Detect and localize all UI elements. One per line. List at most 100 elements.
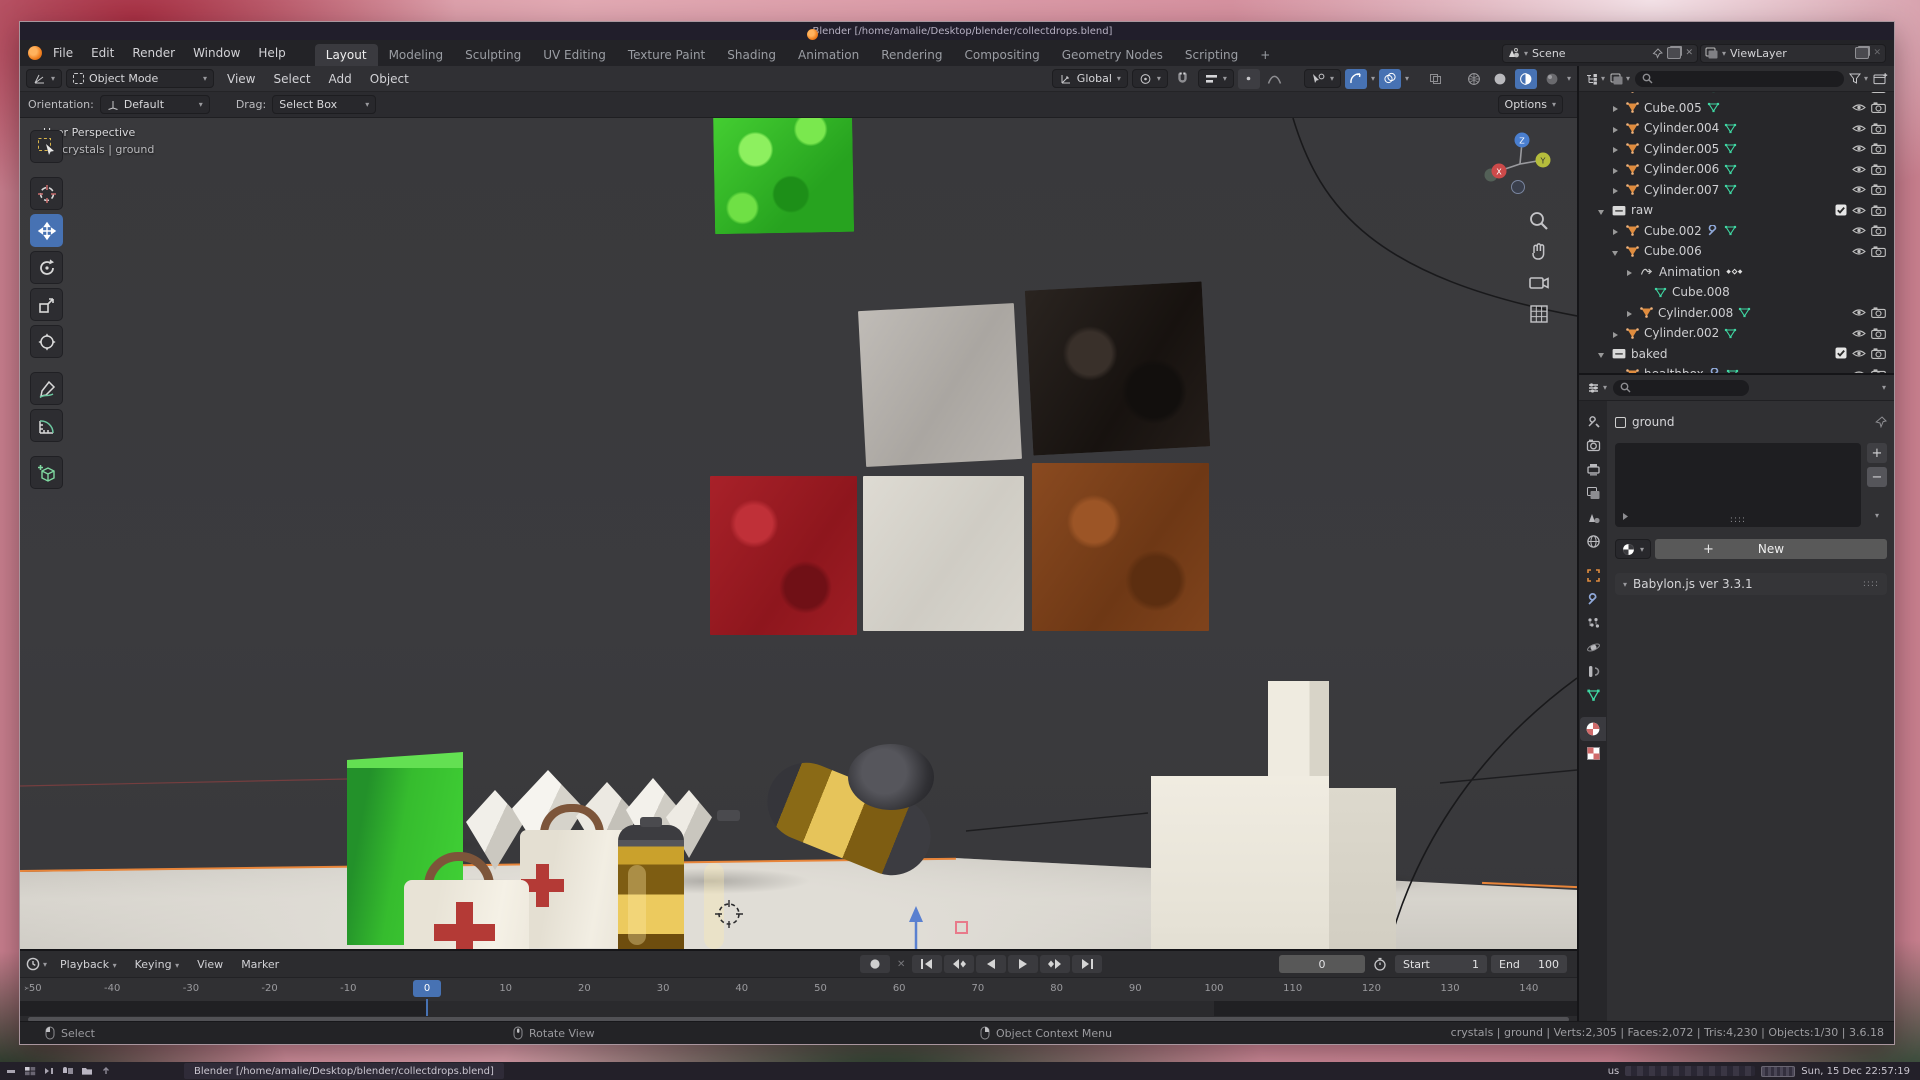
- proportional-editing-toggle[interactable]: [1238, 69, 1260, 89]
- axis-neg-z-ball[interactable]: [1512, 181, 1525, 194]
- disable-render-icon[interactable]: [1871, 201, 1886, 220]
- properties-tab-modifiers[interactable]: [1580, 587, 1606, 611]
- timeline-menu-keying[interactable]: Keying ▾: [126, 955, 188, 974]
- properties-tab-tool[interactable]: [1580, 409, 1606, 433]
- viewlayer-name[interactable]: ViewLayer: [1730, 47, 1851, 60]
- proportional-falloff-selector[interactable]: [1264, 69, 1286, 89]
- properties-tab-viewlayer[interactable]: [1580, 481, 1606, 505]
- mode-selector[interactable]: Object Mode ▾: [66, 69, 214, 88]
- tool-scale-button[interactable]: [30, 288, 63, 321]
- disable-render-icon[interactable]: [1871, 242, 1886, 261]
- collection-checkbox[interactable]: [1835, 344, 1847, 363]
- tool-tweak-select-button[interactable]: [30, 130, 63, 163]
- properties-tab-world[interactable]: [1580, 529, 1606, 553]
- transform-orientation[interactable]: Global ▾: [1052, 69, 1128, 88]
- white-chimney[interactable]: [1268, 681, 1329, 786]
- white-building[interactable]: [1151, 776, 1329, 949]
- properties-tab-data[interactable]: [1580, 683, 1606, 707]
- editor-type-button[interactable]: ▾: [26, 69, 62, 88]
- pin-icon[interactable]: [1652, 48, 1663, 59]
- pivot-point-selector[interactable]: ▾: [1132, 69, 1168, 88]
- viewport-menu-object[interactable]: Object: [361, 69, 418, 89]
- outliner-row[interactable]: Cylinder.006: [1579, 159, 1894, 180]
- workspace-tab-texture-paint[interactable]: Texture Paint: [617, 44, 716, 66]
- hide-eye-icon[interactable]: [1852, 324, 1866, 343]
- menu-file[interactable]: File: [44, 43, 82, 63]
- workspace-tab-scripting[interactable]: Scripting: [1174, 44, 1249, 66]
- outliner-editor-type[interactable]: ▾: [1585, 73, 1605, 85]
- outliner-row[interactable]: Cylinder.002: [1579, 323, 1894, 344]
- properties-tab-material[interactable]: [1580, 717, 1606, 741]
- babylon-panel-header[interactable]: ▾ Babylon.js ver 3.3.1 ::::: [1615, 573, 1887, 595]
- pan-hand-icon[interactable]: [1528, 241, 1550, 263]
- new-material-button[interactable]: + New: [1655, 539, 1887, 559]
- viewport-menu-select[interactable]: Select: [265, 69, 320, 89]
- properties-tab-texture[interactable]: [1580, 741, 1606, 765]
- timeline-editor-type[interactable]: ▾: [26, 957, 47, 971]
- timeline-track[interactable]: [20, 1001, 1577, 1016]
- outliner-row[interactable]: Cylinder.007: [1579, 180, 1894, 201]
- outliner-row[interactable]: healthbox: [1579, 364, 1894, 373]
- outliner-filter[interactable]: ▾: [1849, 73, 1868, 84]
- outliner-row[interactable]: Cube.008: [1579, 282, 1894, 303]
- properties-tab-physics[interactable]: [1580, 635, 1606, 659]
- hide-eye-icon[interactable]: [1852, 201, 1866, 220]
- workspace-tab-geometry-nodes[interactable]: Geometry Nodes: [1051, 44, 1174, 66]
- ortho-grid-icon[interactable]: [1528, 303, 1550, 325]
- tool-add-cube-button[interactable]: [30, 456, 63, 489]
- outliner-row[interactable]: raw: [1579, 200, 1894, 221]
- properties-tab-particles[interactable]: [1580, 611, 1606, 635]
- current-frame-field[interactable]: 0: [1279, 955, 1365, 973]
- menu-edit[interactable]: Edit: [82, 43, 123, 63]
- taskbar-show-desktop-icon[interactable]: [42, 1065, 55, 1077]
- disable-render-icon[interactable]: [1871, 98, 1886, 117]
- expand-icon[interactable]: [1621, 512, 1630, 521]
- outliner-search[interactable]: [1635, 71, 1844, 87]
- menu-window[interactable]: Window: [184, 43, 249, 63]
- menu-render[interactable]: Render: [123, 43, 184, 63]
- slot-specials-button[interactable]: ▾: [1867, 505, 1887, 525]
- timeline-menu-playback[interactable]: Playback ▾: [51, 955, 126, 974]
- disable-render-icon[interactable]: [1871, 180, 1886, 199]
- medkit[interactable]: [520, 830, 627, 948]
- timeline-menu-marker[interactable]: Marker: [232, 955, 288, 974]
- disable-render-icon[interactable]: [1871, 221, 1886, 240]
- object-type-visibility[interactable]: ▾: [1304, 69, 1341, 88]
- active-object-name[interactable]: ground: [1632, 415, 1674, 429]
- blender-logo-icon[interactable]: [28, 46, 42, 60]
- hide-eye-icon[interactable]: [1852, 242, 1866, 261]
- scene-selector[interactable]: ▾ Scene ✕: [1502, 44, 1698, 63]
- white-building-side[interactable]: [1329, 788, 1396, 949]
- disable-render-icon[interactable]: [1871, 365, 1886, 373]
- shading-solid-button[interactable]: [1489, 69, 1511, 89]
- hide-eye-icon[interactable]: [1852, 98, 1866, 117]
- window-titlebar[interactable]: Blender [/home/amalie/Desktop/blender/co…: [20, 22, 1894, 40]
- workspace-tab-shading[interactable]: Shading: [716, 44, 787, 66]
- disable-render-icon[interactable]: [1871, 139, 1886, 158]
- timeline-menu-view[interactable]: View: [188, 955, 232, 974]
- orientation-dropdown[interactable]: Default ▾: [100, 95, 210, 114]
- viewport-3d[interactable]: User Perspective (0) crystals | ground X…: [20, 118, 1577, 949]
- tool-move-button[interactable]: [30, 214, 63, 247]
- navigation-gizmo[interactable]: X Y Z: [1482, 124, 1558, 200]
- new-scene-icon[interactable]: [1667, 47, 1681, 59]
- record-button[interactable]: [860, 955, 890, 973]
- taskbar-files-icon[interactable]: [61, 1065, 74, 1077]
- disable-render-icon[interactable]: [1871, 119, 1886, 138]
- battery-item[interactable]: [618, 825, 684, 949]
- properties-tab-output[interactable]: [1580, 457, 1606, 481]
- jump-end-button[interactable]: [1072, 955, 1102, 973]
- browse-material-button[interactable]: ▾: [1615, 539, 1651, 559]
- properties-tab-object[interactable]: [1580, 563, 1606, 587]
- medkit[interactable]: [404, 880, 529, 949]
- overlays-toggle[interactable]: [1379, 69, 1401, 89]
- outliner-row[interactable]: Cylinder.008: [1579, 303, 1894, 324]
- new-collection-icon[interactable]: [1873, 72, 1888, 85]
- end-frame-field[interactable]: End100: [1491, 955, 1567, 973]
- tool-measure-button[interactable]: [30, 409, 63, 442]
- jump-start-button[interactable]: [912, 955, 942, 973]
- sync-icon[interactable]: ✕: [897, 959, 905, 970]
- panel-drag-grip[interactable]: ::::: [1863, 579, 1879, 589]
- outliner-row[interactable]: Cube.006: [1579, 241, 1894, 262]
- taskbar-pager-icon[interactable]: [23, 1065, 36, 1077]
